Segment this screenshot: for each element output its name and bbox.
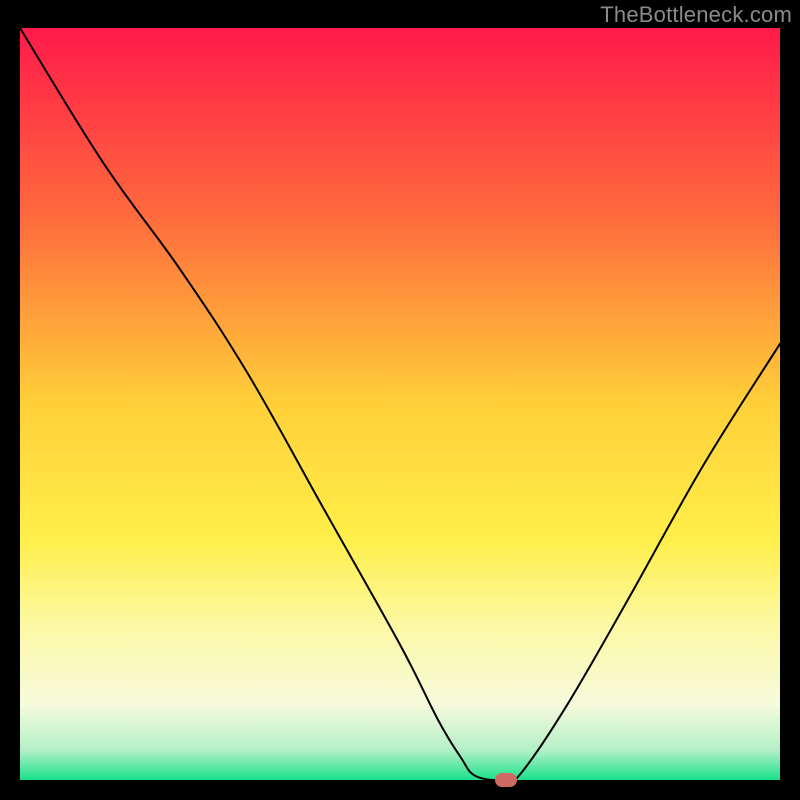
- bottleneck-plot: [20, 28, 780, 780]
- attribution-label: TheBottleneck.com: [600, 2, 792, 28]
- optimal-marker: [495, 773, 517, 787]
- chart-frame: TheBottleneck.com: [0, 0, 800, 800]
- plot-svg: [20, 28, 780, 780]
- gradient-background: [20, 28, 780, 780]
